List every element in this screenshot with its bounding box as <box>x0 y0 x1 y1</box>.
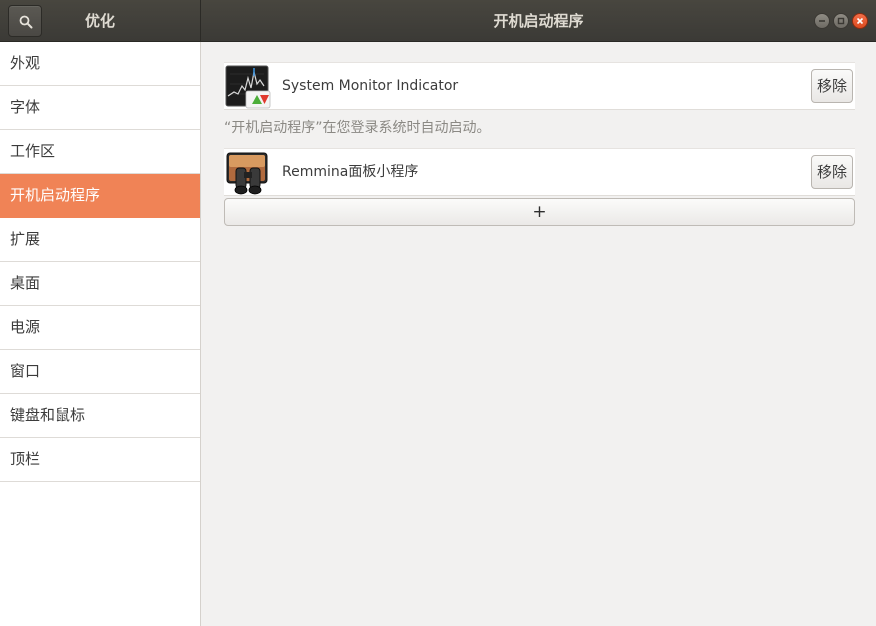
sidebar-item-workspaces[interactable]: 工作区 <box>0 130 200 174</box>
window-controls <box>814 13 868 29</box>
maximize-icon <box>837 17 845 25</box>
startup-app-name: System Monitor Indicator <box>282 78 459 94</box>
page-title: 开机启动程序 <box>493 12 584 30</box>
main-content: System Monitor Indicator 移除 “开机启动程序”在您登录… <box>201 42 876 626</box>
close-button[interactable] <box>852 13 868 29</box>
sidebar-item-keyboard-mouse[interactable]: 键盘和鼠标 <box>0 394 200 438</box>
header-bar: 优化 开机启动程序 <box>0 0 876 42</box>
minimize-button[interactable] <box>814 13 830 29</box>
sidebar-item-desktop[interactable]: 桌面 <box>0 262 200 306</box>
close-icon <box>856 17 864 25</box>
minimize-icon <box>819 20 825 22</box>
remmina-binoculars-icon <box>226 152 268 195</box>
remove-button[interactable]: 移除 <box>811 69 853 103</box>
app-title: 优化 <box>84 12 115 30</box>
startup-app-row: Remmina面板小程序 移除 <box>224 148 855 196</box>
search-button[interactable] <box>8 5 42 37</box>
sidebar-item-windows[interactable]: 窗口 <box>0 350 200 394</box>
maximize-button[interactable] <box>833 13 849 29</box>
sidebar-item-extensions[interactable]: 扩展 <box>0 218 200 262</box>
sidebar: 外观 字体 工作区 开机启动程序 扩展 桌面 电源 窗口 键盘和鼠标 顶栏 <box>0 42 201 626</box>
search-icon <box>19 15 33 29</box>
startup-app-row: System Monitor Indicator 移除 <box>224 62 855 110</box>
remove-button[interactable]: 移除 <box>811 155 853 189</box>
sidebar-header: 优化 <box>0 0 201 42</box>
sidebar-item-top-bar[interactable]: 顶栏 <box>0 438 200 482</box>
sidebar-item-power[interactable]: 电源 <box>0 306 200 350</box>
sidebar-item-startup-applications[interactable]: 开机启动程序 <box>0 174 200 218</box>
sidebar-item-fonts[interactable]: 字体 <box>0 86 200 130</box>
startup-hint-text: “开机启动程序”在您登录系统时自动启动。 <box>224 120 491 136</box>
sidebar-item-appearance[interactable]: 外观 <box>0 42 200 86</box>
add-startup-app-button[interactable]: + <box>224 198 855 226</box>
startup-app-name: Remmina面板小程序 <box>282 164 419 180</box>
system-monitor-icon <box>225 65 271 109</box>
